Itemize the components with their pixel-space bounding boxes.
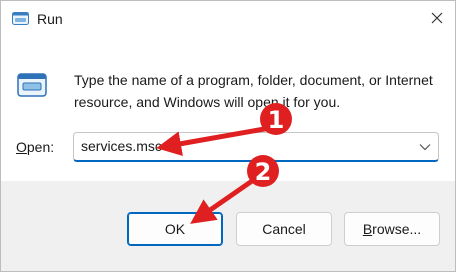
title-bar: Run [1, 1, 455, 37]
run-program-icon [17, 73, 47, 97]
browse-button[interactable]: Browse... [344, 212, 440, 246]
chevron-down-icon[interactable] [419, 143, 431, 151]
browse-label: rowse... [372, 221, 422, 237]
browse-access-key: B [362, 221, 373, 237]
window-title: Run [37, 11, 63, 27]
cancel-button[interactable]: Cancel [236, 212, 332, 246]
ok-button[interactable]: OK [127, 212, 223, 246]
run-dialog: Run Type the name of a program, folder, … [0, 0, 456, 272]
dialog-description: Type the name of a program, folder, docu… [74, 72, 433, 110]
open-input[interactable] [81, 138, 401, 154]
open-label-access-key: O [16, 139, 27, 155]
open-label-text: pen: [26, 139, 55, 155]
dialog-content: Type the name of a program, folder, docu… [1, 37, 455, 181]
open-combobox[interactable] [73, 132, 439, 162]
open-label: Open: [16, 139, 54, 155]
run-app-icon [12, 12, 29, 25]
close-icon[interactable] [429, 10, 445, 26]
